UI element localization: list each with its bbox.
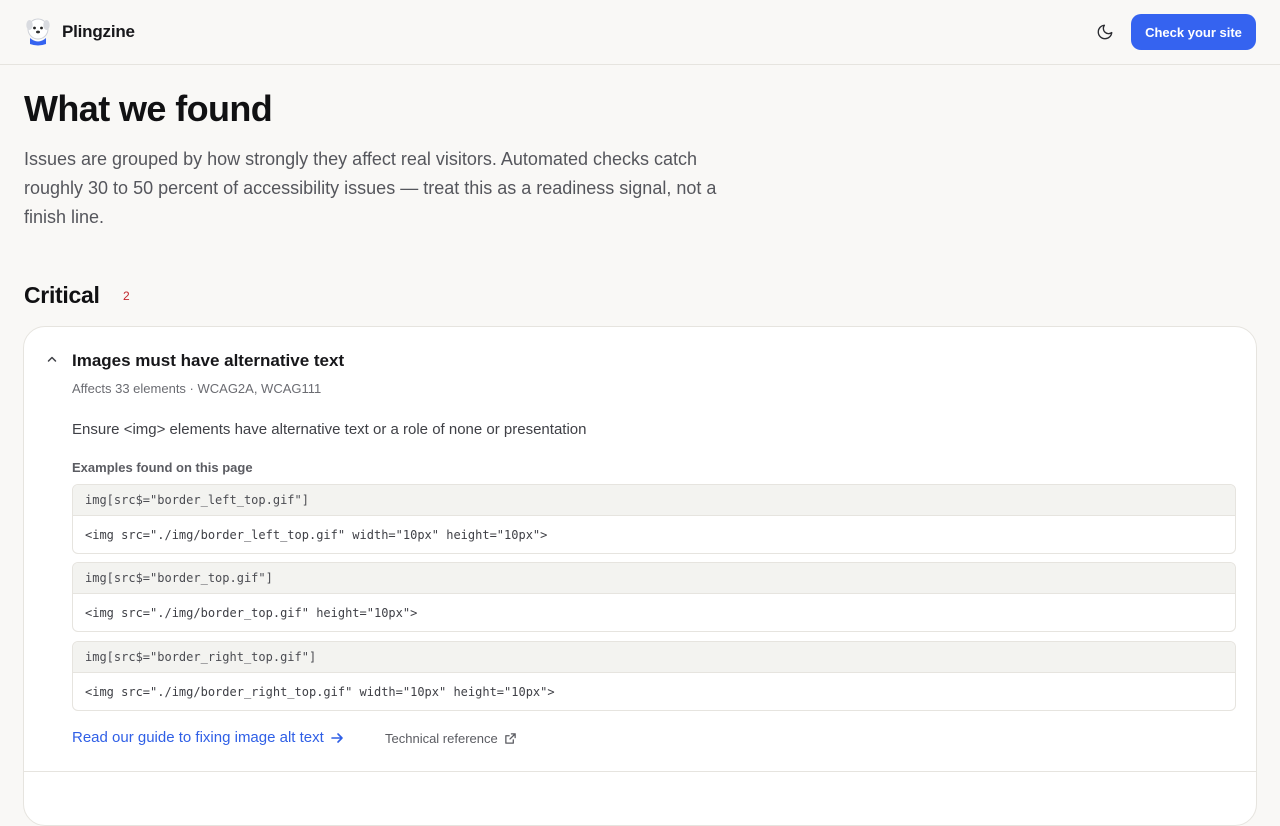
critical-count-badge: 2 — [123, 289, 130, 303]
chevron-up-icon — [47, 356, 57, 362]
theme-toggle-button[interactable] — [1093, 20, 1117, 44]
collapse-chevron-button[interactable] — [46, 353, 58, 365]
examples-label: Examples found on this page — [72, 460, 253, 475]
example-selector: img[src$="border_top.gif"] — [73, 563, 1235, 594]
brand-name: Plingzine — [62, 22, 135, 41]
section-title-critical: Critical — [24, 282, 100, 308]
dog-mascot-logo — [26, 18, 50, 46]
example-html: <img src="./img/border_right_top.gif" wi… — [85, 685, 555, 699]
card-divider — [24, 771, 1256, 772]
example-selector: img[src$="border_right_top.gif"] — [73, 642, 1235, 673]
top-header: Plingzine Check your site — [0, 0, 1280, 65]
example-block: img[src$="border_top.gif"] <img src="./i… — [72, 562, 1236, 632]
example-selector: img[src$="border_left_top.gif"] — [73, 485, 1235, 516]
issue-title[interactable]: Images must have alternative text — [72, 351, 344, 371]
page-title: What we found — [24, 88, 273, 129]
arrow-right-icon — [331, 732, 343, 743]
technical-reference-link[interactable]: Technical reference — [385, 731, 517, 746]
issue-description: Ensure <img> elements have alternative t… — [72, 421, 587, 438]
intro-description: Issues are grouped by how strongly they … — [24, 149, 717, 227]
technical-reference-label: Technical reference — [385, 731, 498, 746]
guide-link[interactable]: Read our guide to fixing image alt text — [72, 729, 344, 746]
external-link-icon — [504, 733, 516, 744]
issue-meta: Affects 33 elements · WCAG2A, WCAG111 — [72, 381, 322, 396]
guide-link-label: Read our guide to fixing image alt text — [72, 729, 324, 746]
example-block: img[src$="border_left_top.gif"] <img src… — [72, 484, 1236, 554]
example-block: img[src$="border_right_top.gif"] <img sr… — [72, 641, 1236, 711]
moon-icon — [1097, 24, 1113, 40]
check-your-site-button[interactable]: Check your site — [1131, 14, 1256, 50]
example-html: <img src="./img/border_top.gif" height="… — [85, 606, 418, 620]
example-html: <img src="./img/border_left_top.gif" wid… — [85, 528, 548, 542]
brand[interactable]: Plingzine — [24, 17, 135, 47]
